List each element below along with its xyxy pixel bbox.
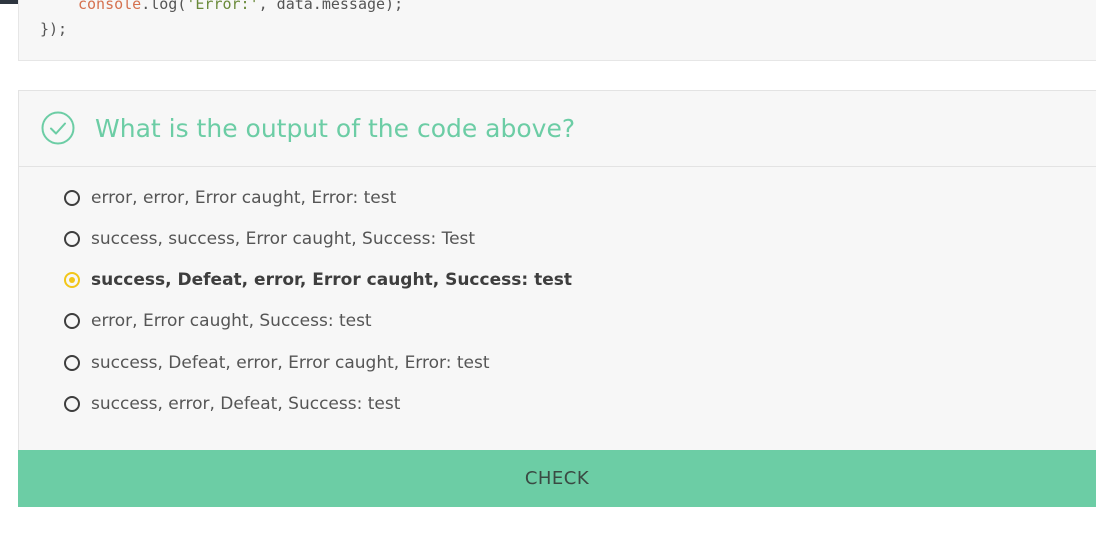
radio-button[interactable]	[64, 355, 80, 371]
code-line-1: console.log('Error:', data.message);	[78, 0, 403, 13]
answer-option-label: success, Defeat, error, Error caught, Er…	[91, 353, 490, 373]
radio-button[interactable]	[64, 231, 80, 247]
code-token-call: .log(	[141, 0, 187, 13]
answer-option-label: error, Error caught, Success: test	[91, 311, 372, 331]
answer-option-label: error, error, Error caught, Error: test	[91, 188, 397, 208]
code-token-rest: , data.message);	[258, 0, 404, 13]
code-token-string: 'Error:'	[186, 0, 259, 13]
radio-button[interactable]	[64, 313, 80, 329]
answer-option[interactable]: error, error, Error caught, Error: test	[64, 183, 396, 213]
radio-button[interactable]	[64, 190, 80, 206]
answer-option[interactable]: success, success, Error caught, Success:…	[64, 224, 475, 254]
code-block: console.log('Error:', data.message); });	[18, 0, 1096, 61]
answer-option-selected[interactable]: success, Defeat, error, Error caught, Su…	[64, 265, 572, 295]
answer-option-label: success, success, Error caught, Success:…	[91, 229, 476, 249]
answer-option[interactable]: success, Defeat, error, Error caught, Er…	[64, 348, 490, 378]
answer-option[interactable]: error, Error caught, Success: test	[64, 306, 372, 336]
quiz-card: What is the output of the code above? er…	[18, 90, 1096, 450]
quiz-header: What is the output of the code above?	[19, 91, 1096, 167]
answer-option-label: success, Defeat, error, Error caught, Su…	[91, 270, 572, 290]
radio-button[interactable]	[64, 396, 80, 412]
answer-option-label: success, error, Defeat, Success: test	[91, 394, 401, 414]
check-circle-icon	[41, 111, 75, 145]
question-title: What is the output of the code above?	[95, 114, 576, 143]
answer-option[interactable]: success, error, Defeat, Success: test	[64, 389, 400, 419]
code-token-func: console	[78, 0, 142, 13]
code-line-2: });	[40, 20, 68, 38]
radio-button-selected[interactable]	[64, 272, 80, 288]
check-button[interactable]: CHECK	[18, 450, 1096, 507]
